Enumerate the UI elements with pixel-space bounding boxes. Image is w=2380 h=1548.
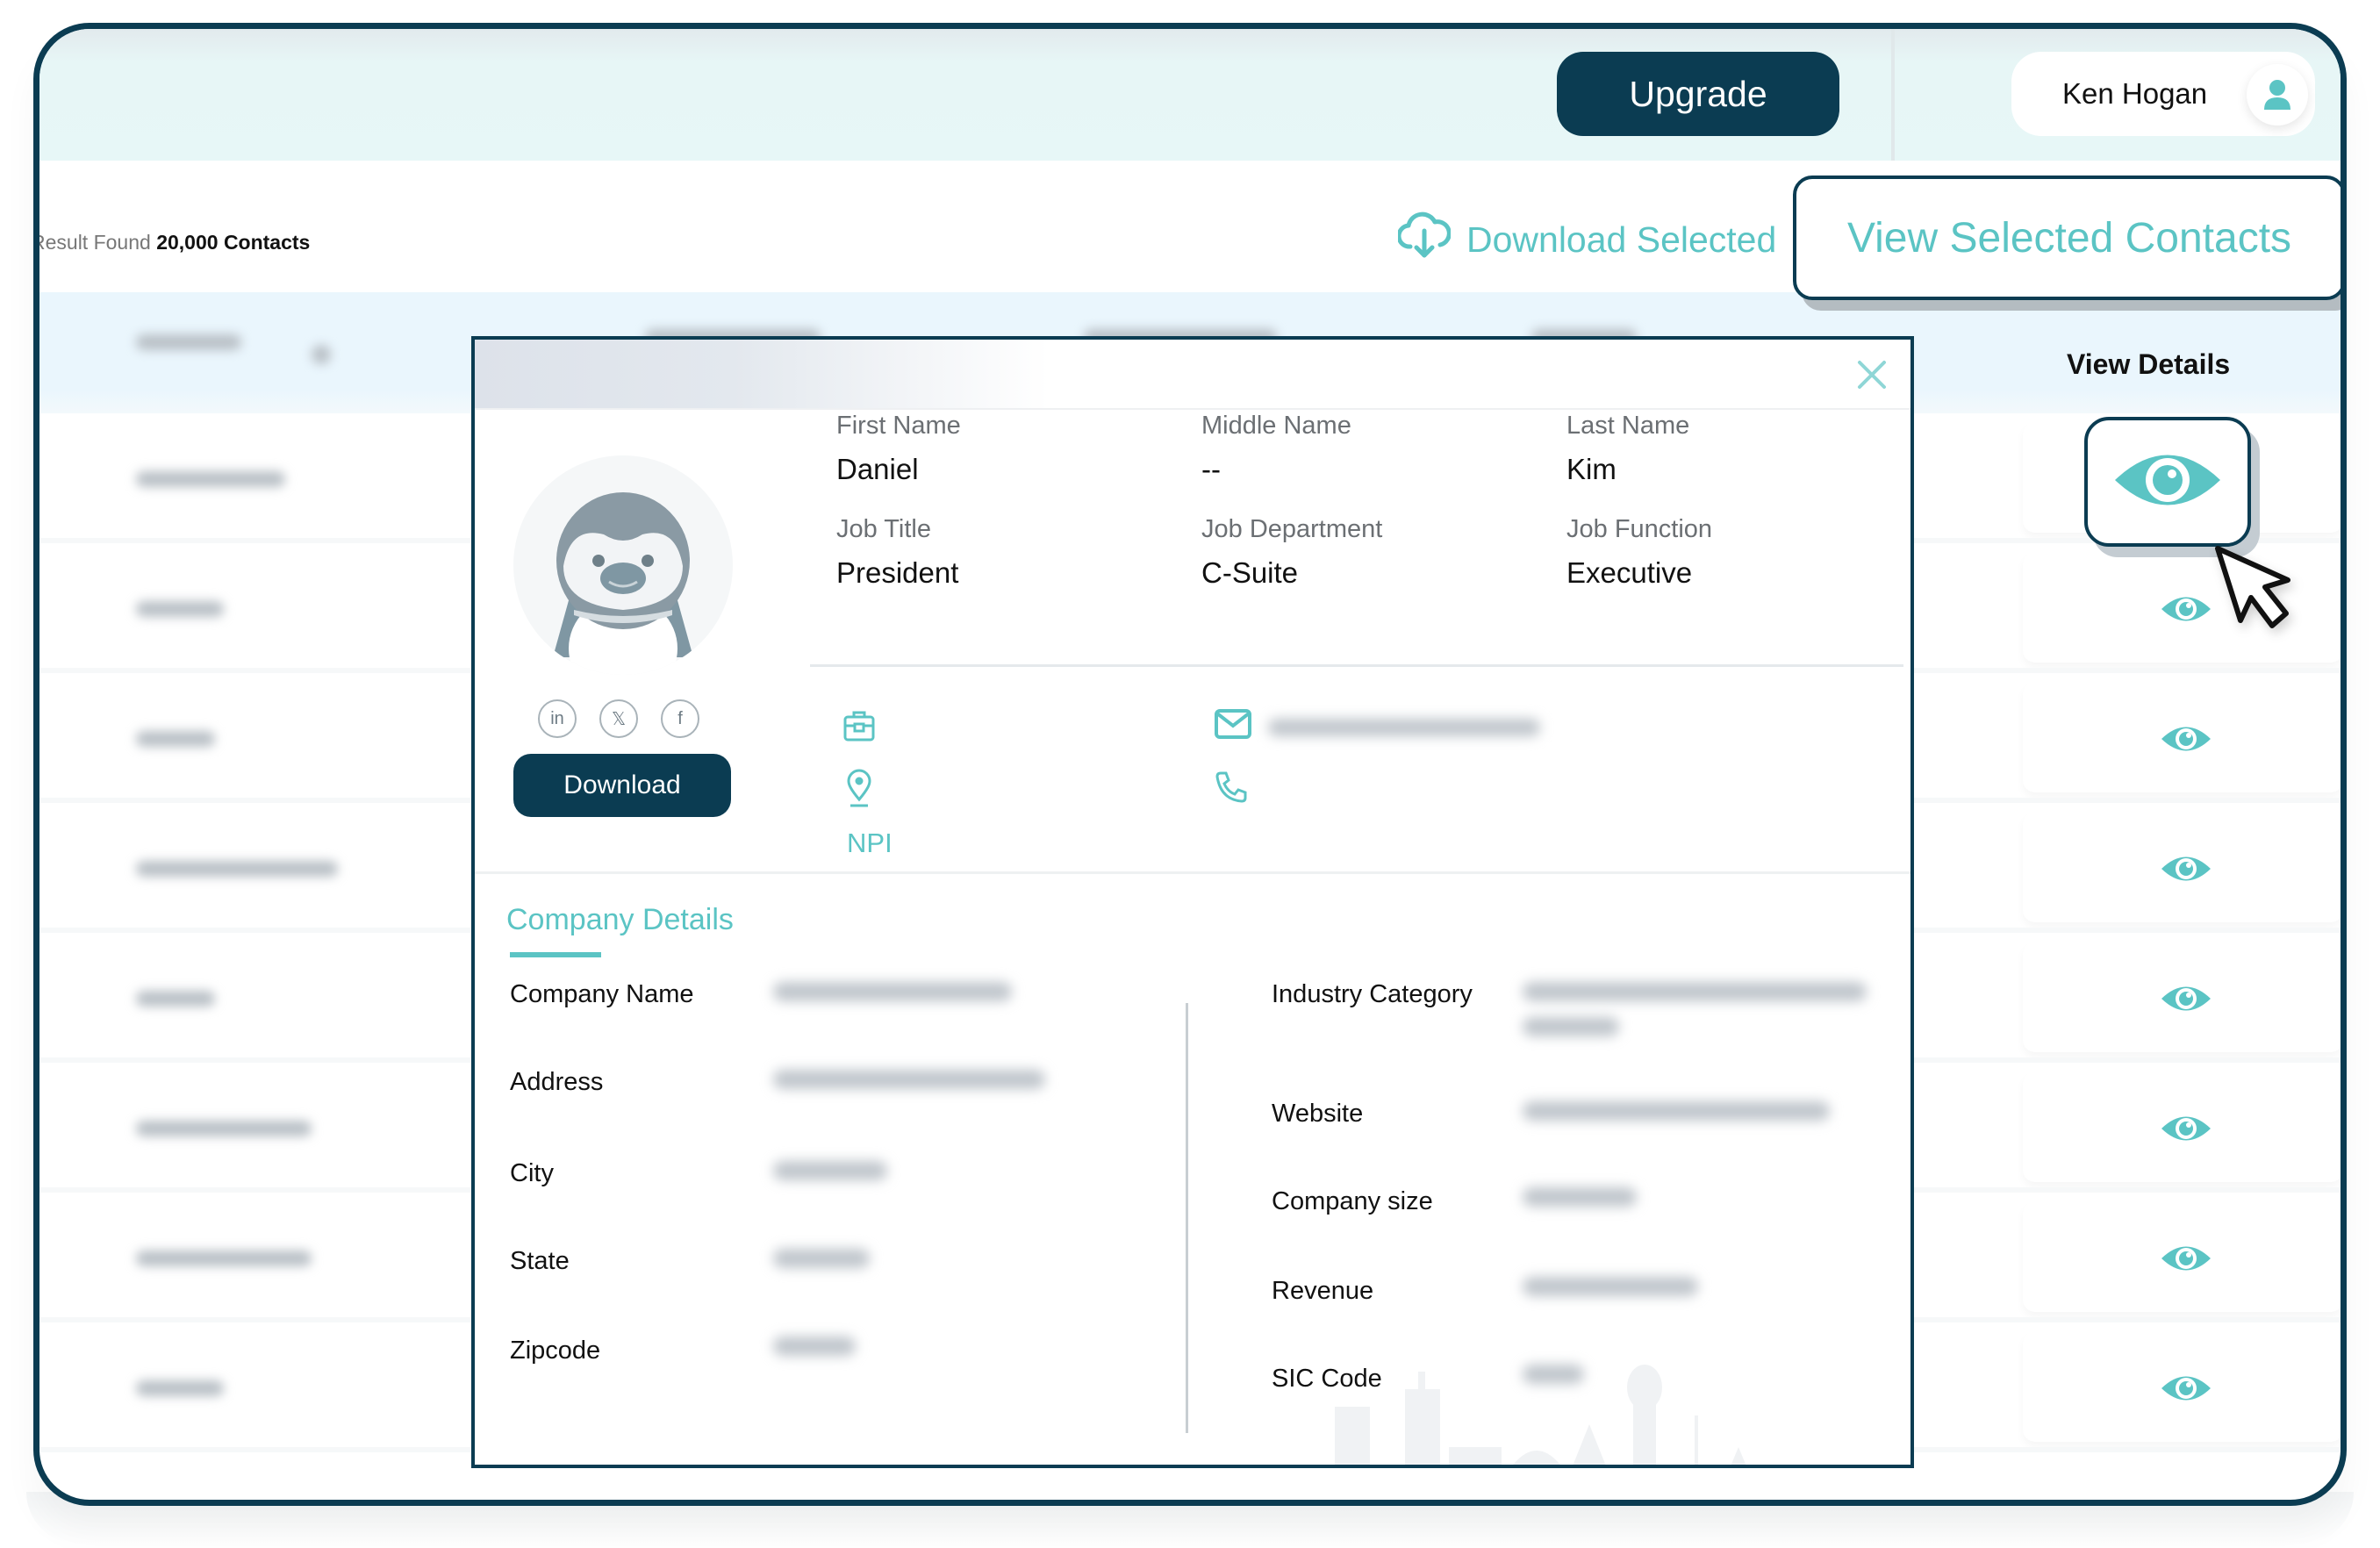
revenue-value-redacted xyxy=(1523,1277,1698,1296)
revenue-label: Revenue xyxy=(1272,1277,1374,1305)
eye-icon[interactable] xyxy=(2161,592,2212,630)
field-job-function: Job Function Executive xyxy=(1566,515,1712,590)
row-cell-blurred xyxy=(136,471,285,487)
zipcode-value-redacted xyxy=(773,1337,856,1356)
industry-category-value-redacted xyxy=(1523,982,1867,1001)
state-label: State xyxy=(510,1247,570,1275)
download-contact-button[interactable]: Download xyxy=(513,754,731,817)
view-details-header: View Details xyxy=(2067,348,2231,380)
field-value: -- xyxy=(1201,453,1221,485)
zipcode-label: Zipcode xyxy=(510,1337,601,1365)
company-size-value-redacted xyxy=(1523,1187,1637,1207)
result-prefix: Result Found xyxy=(33,231,151,254)
field-value: President xyxy=(836,556,959,589)
eye-icon[interactable] xyxy=(2161,852,2212,890)
field-value: Executive xyxy=(1566,556,1693,589)
view-selected-contacts-button[interactable]: View Selected Contacts xyxy=(1793,176,2341,300)
row-cell-blurred xyxy=(136,731,215,747)
skyline-illustration xyxy=(1317,1363,1861,1465)
eye-icon xyxy=(2113,448,2222,517)
download-selected-label: Download Selected xyxy=(1466,219,1777,260)
x-twitter-icon[interactable]: 𝕏 xyxy=(599,699,638,738)
modal-header xyxy=(475,340,1910,410)
row-cell-blurred xyxy=(136,991,215,1007)
social-links: in 𝕏 f xyxy=(538,699,699,738)
field-label: Last Name xyxy=(1566,412,1690,440)
company-details-title: Company Details xyxy=(506,903,734,936)
mouse-cursor-icon xyxy=(2214,545,2293,637)
column-header-blurred xyxy=(136,334,241,350)
eye-icon[interactable] xyxy=(2161,982,2212,1020)
field-job-title: Job Title President xyxy=(836,515,958,590)
field-label: First Name xyxy=(836,412,961,440)
column-divider xyxy=(1186,1003,1188,1433)
user-name: Ken Hogan xyxy=(2062,77,2208,110)
linkedin-icon[interactable]: in xyxy=(538,699,577,738)
city-label: City xyxy=(510,1159,554,1187)
cloud-download-icon xyxy=(1396,211,1452,268)
website-label: Website xyxy=(1272,1100,1364,1128)
eye-icon[interactable] xyxy=(2161,722,2212,760)
view-details-button-highlighted[interactable] xyxy=(2084,417,2251,547)
row-cell-blurred xyxy=(136,1251,312,1266)
briefcase-icon xyxy=(842,708,877,748)
email-icon xyxy=(1214,708,1252,744)
npi-label: NPI xyxy=(847,828,892,858)
user-menu[interactable]: Ken Hogan xyxy=(2011,52,2315,136)
divider xyxy=(475,871,1910,874)
row-cell-blurred xyxy=(136,601,224,617)
field-label: Job Title xyxy=(836,515,931,543)
penguin-avatar xyxy=(513,455,733,675)
field-job-department: Job Department C-Suite xyxy=(1201,515,1382,590)
divider xyxy=(810,664,1903,667)
upgrade-button[interactable]: Upgrade xyxy=(1557,52,1839,136)
city-value-redacted xyxy=(773,1161,887,1180)
company-size-label: Company size xyxy=(1272,1187,1433,1215)
field-last-name: Last Name Kim xyxy=(1566,412,1689,486)
eye-icon[interactable] xyxy=(2161,1112,2212,1150)
row-cell-blurred xyxy=(136,1121,312,1136)
field-label: Job Function xyxy=(1566,515,1713,543)
field-middle-name: Middle Name -- xyxy=(1201,412,1351,486)
top-header: Upgrade Ken Hogan xyxy=(39,29,2341,161)
header-divider xyxy=(1891,29,1895,161)
result-count: Result Found 20,000 Contacts xyxy=(33,231,311,254)
field-first-name: First Name Daniel xyxy=(836,412,961,486)
phone-icon xyxy=(1214,770,1249,809)
user-icon[interactable] xyxy=(2247,64,2308,125)
location-pin-icon xyxy=(843,768,875,813)
website-value-redacted xyxy=(1523,1101,1830,1121)
state-value-redacted xyxy=(773,1249,870,1268)
row-cell-blurred xyxy=(136,861,338,877)
company-name-label: Company Name xyxy=(510,980,694,1008)
eye-icon[interactable] xyxy=(2161,1242,2212,1279)
row-cell-blurred xyxy=(136,1380,224,1396)
field-value: Daniel xyxy=(836,453,919,485)
address-label: Address xyxy=(510,1068,604,1096)
download-selected-button[interactable]: Download Selected xyxy=(1396,211,1777,268)
industry-category-value-redacted xyxy=(1523,1017,1619,1036)
facebook-icon[interactable]: f xyxy=(661,699,699,738)
section-underline xyxy=(510,952,601,957)
address-value-redacted xyxy=(773,1070,1045,1089)
field-label: Middle Name xyxy=(1201,412,1351,440)
field-value: C-Suite xyxy=(1201,556,1299,589)
industry-category-label: Industry Category xyxy=(1272,980,1473,1008)
eye-icon[interactable] xyxy=(2161,1372,2212,1409)
sort-icon xyxy=(312,345,331,364)
app-window: Upgrade Ken Hogan Result Found 20,000 Co… xyxy=(33,23,2347,1506)
result-count-value: 20,000 Contacts xyxy=(156,231,311,254)
field-label: Job Department xyxy=(1201,515,1383,543)
contact-details-modal: in 𝕏 f Download First Name Daniel Middle… xyxy=(471,336,1914,1468)
field-value: Kim xyxy=(1566,453,1617,485)
email-value-redacted xyxy=(1268,719,1540,736)
company-name-value-redacted xyxy=(773,982,1012,1001)
close-icon[interactable] xyxy=(1854,357,1889,392)
